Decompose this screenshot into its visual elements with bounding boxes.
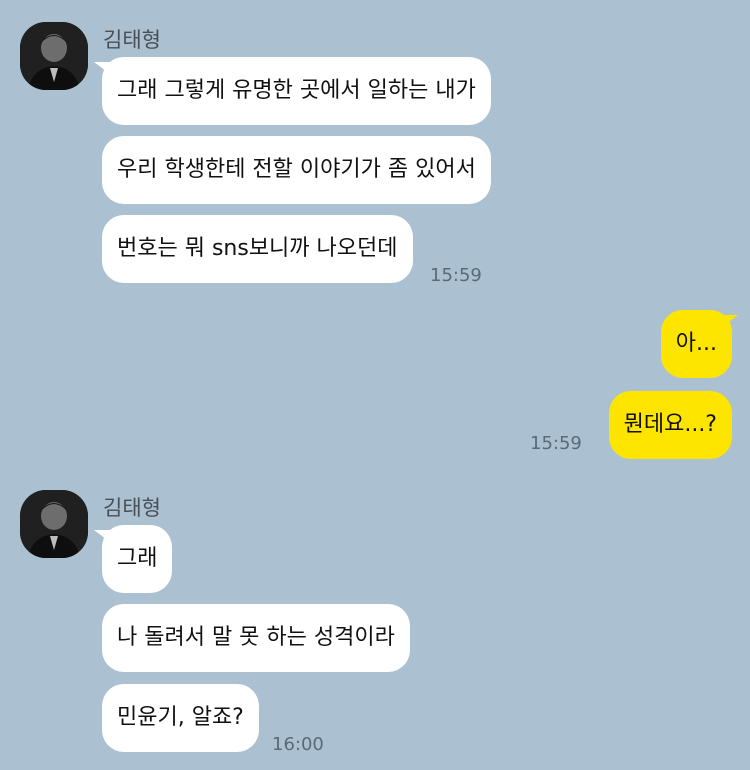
- outgoing-message[interactable]: 뭔데요...?: [608, 391, 732, 459]
- incoming-message[interactable]: 민윤기, 알죠?: [102, 684, 259, 752]
- outgoing-message[interactable]: 아...: [660, 310, 732, 378]
- profile-photo-icon: [20, 22, 88, 90]
- incoming-message[interactable]: 나 돌려서 말 못 하는 성격이라: [102, 604, 410, 672]
- incoming-message[interactable]: 그래 그렇게 유명한 곳에서 일하는 내가: [102, 57, 491, 125]
- sender-name: 김태형: [103, 496, 161, 520]
- sender-avatar[interactable]: [20, 490, 88, 558]
- sender-avatar[interactable]: [20, 22, 88, 90]
- message-timestamp: 16:00: [272, 734, 324, 755]
- sender-name: 김태형: [103, 28, 161, 52]
- profile-photo-icon: [20, 490, 88, 558]
- incoming-message[interactable]: 번호는 뭐 sns보니까 나오던데: [102, 215, 413, 283]
- incoming-message[interactable]: 그래: [102, 525, 173, 593]
- message-timestamp: 15:59: [530, 433, 582, 454]
- message-timestamp: 15:59: [430, 265, 482, 286]
- incoming-message[interactable]: 우리 학생한테 전할 이야기가 좀 있어서: [102, 136, 491, 204]
